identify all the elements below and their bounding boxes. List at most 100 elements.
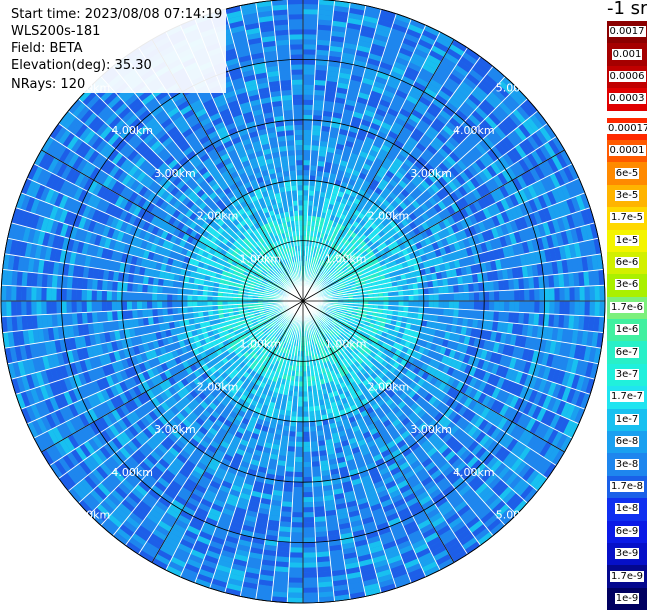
range-gate-cell [413, 307, 418, 313]
range-gate-cell [303, 200, 308, 205]
range-gate-cell [294, 462, 303, 467]
range-gate-cell [418, 288, 424, 295]
range-gate-cell [297, 402, 303, 407]
range-gate-cell [553, 314, 559, 328]
range-gate-cell [303, 391, 308, 396]
range-gate-cell [310, 441, 318, 447]
range-gate-cell [303, 402, 309, 407]
range-gate-cell [489, 301, 494, 311]
range-gate-cell [600, 301, 605, 317]
range-gate-cell [315, 526, 327, 532]
range-gate-cell [595, 301, 600, 317]
range-gate-cell [311, 461, 320, 467]
range-gate-cell [432, 315, 438, 323]
range-gate-cell [443, 286, 449, 294]
range-gate-cell [303, 417, 309, 422]
range-gate-cell [303, 69, 315, 74]
range-gate-cell [393, 301, 398, 306]
range-gate-cell [298, 391, 303, 396]
range-gate-cell [293, 487, 303, 492]
range-gate-cell [314, 90, 325, 96]
range-gate-cell [291, 517, 303, 522]
range-gate-cell [499, 290, 504, 301]
range-gate-cell [303, 482, 313, 487]
range-gate-cell [303, 19, 318, 24]
range-gate-cell [454, 301, 459, 309]
range-gate-cell [288, 588, 303, 593]
range-gate-cell [303, 452, 311, 457]
range-gate-cell [498, 311, 504, 322]
range-gate-cell [514, 290, 519, 301]
range-gate-cell [508, 279, 514, 290]
range-gate-cell [309, 411, 315, 416]
range-gate-cell [303, 205, 308, 210]
range-gate-cell [303, 150, 311, 155]
range-gate-cell [289, 431, 296, 437]
range-gate-cell [313, 496, 324, 502]
range-gate-cell [290, 416, 297, 422]
range-gate-cell [316, 40, 330, 46]
range-gate-cell [303, 467, 312, 472]
range-gate-cell [424, 294, 429, 301]
range-gate-cell [428, 308, 434, 315]
range-gate-cell [303, 442, 311, 447]
range-gate-cell [294, 467, 303, 472]
range-gate-cell [514, 301, 519, 312]
range-gate-cell [432, 280, 438, 288]
range-gate-cell [449, 293, 454, 301]
range-gate-cell [544, 288, 549, 301]
range-gate-cell [434, 301, 439, 308]
range-gate-cell [295, 452, 303, 457]
range-gate-cell [279, 450, 288, 456]
range-gate-cell [287, 446, 295, 452]
range-gate-cell [289, 426, 296, 432]
range-gate-cell [508, 312, 514, 323]
range-gate-cell [289, 557, 303, 562]
range-gate-cell [280, 511, 292, 517]
range-gate-cell [494, 291, 499, 301]
range-gate-cell [303, 34, 317, 39]
range-gate-cell [295, 457, 303, 462]
range-gate-cell [554, 301, 559, 314]
range-gate-cell [315, 65, 328, 71]
range-gate-cell [549, 301, 554, 314]
range-gate-cell [311, 451, 319, 457]
range-gate-cell [312, 466, 321, 472]
range-gate-cell [311, 135, 320, 141]
range-gate-cell [533, 313, 539, 326]
range-gate-cell [303, 487, 313, 492]
range-gate-cell [303, 567, 317, 572]
range-gate-cell [428, 287, 434, 294]
range-gate-cell [290, 547, 303, 552]
range-gate-cell [413, 289, 418, 295]
range-gate-cell [409, 295, 414, 301]
range-gate-cell [489, 291, 494, 301]
range-gate-cell [309, 185, 315, 190]
range-gate-cell [303, 85, 314, 90]
range-gate-cell [559, 287, 564, 301]
range-gate-cell [293, 492, 303, 497]
range-gate-cell [523, 313, 529, 325]
range-gate-cell [296, 427, 303, 432]
range-gate-cell [303, 422, 310, 427]
range-gate-cell [404, 295, 409, 301]
range-gate-cell [296, 422, 303, 427]
range-gate-cell [316, 556, 330, 562]
range-gate-cell [311, 446, 319, 452]
range-gate-cell [291, 532, 303, 537]
range-gate-cell [473, 310, 479, 319]
range-gate-cell [393, 296, 398, 301]
range-gate-cell [303, 145, 311, 150]
range-gate-cell [282, 430, 290, 436]
range-gate-cell [303, 185, 309, 190]
range-gate-cell [488, 281, 494, 291]
range-gate-cell [418, 307, 424, 314]
range-gate-cell [529, 289, 534, 301]
range-gate-cell [303, 135, 312, 140]
range-gate-cell [554, 288, 559, 301]
range-gate-cell [303, 115, 313, 120]
range-gate-cell [292, 507, 303, 512]
range-gate-cell [469, 292, 474, 301]
range-gate-cell [287, 593, 303, 598]
range-gate-cell [448, 309, 454, 317]
